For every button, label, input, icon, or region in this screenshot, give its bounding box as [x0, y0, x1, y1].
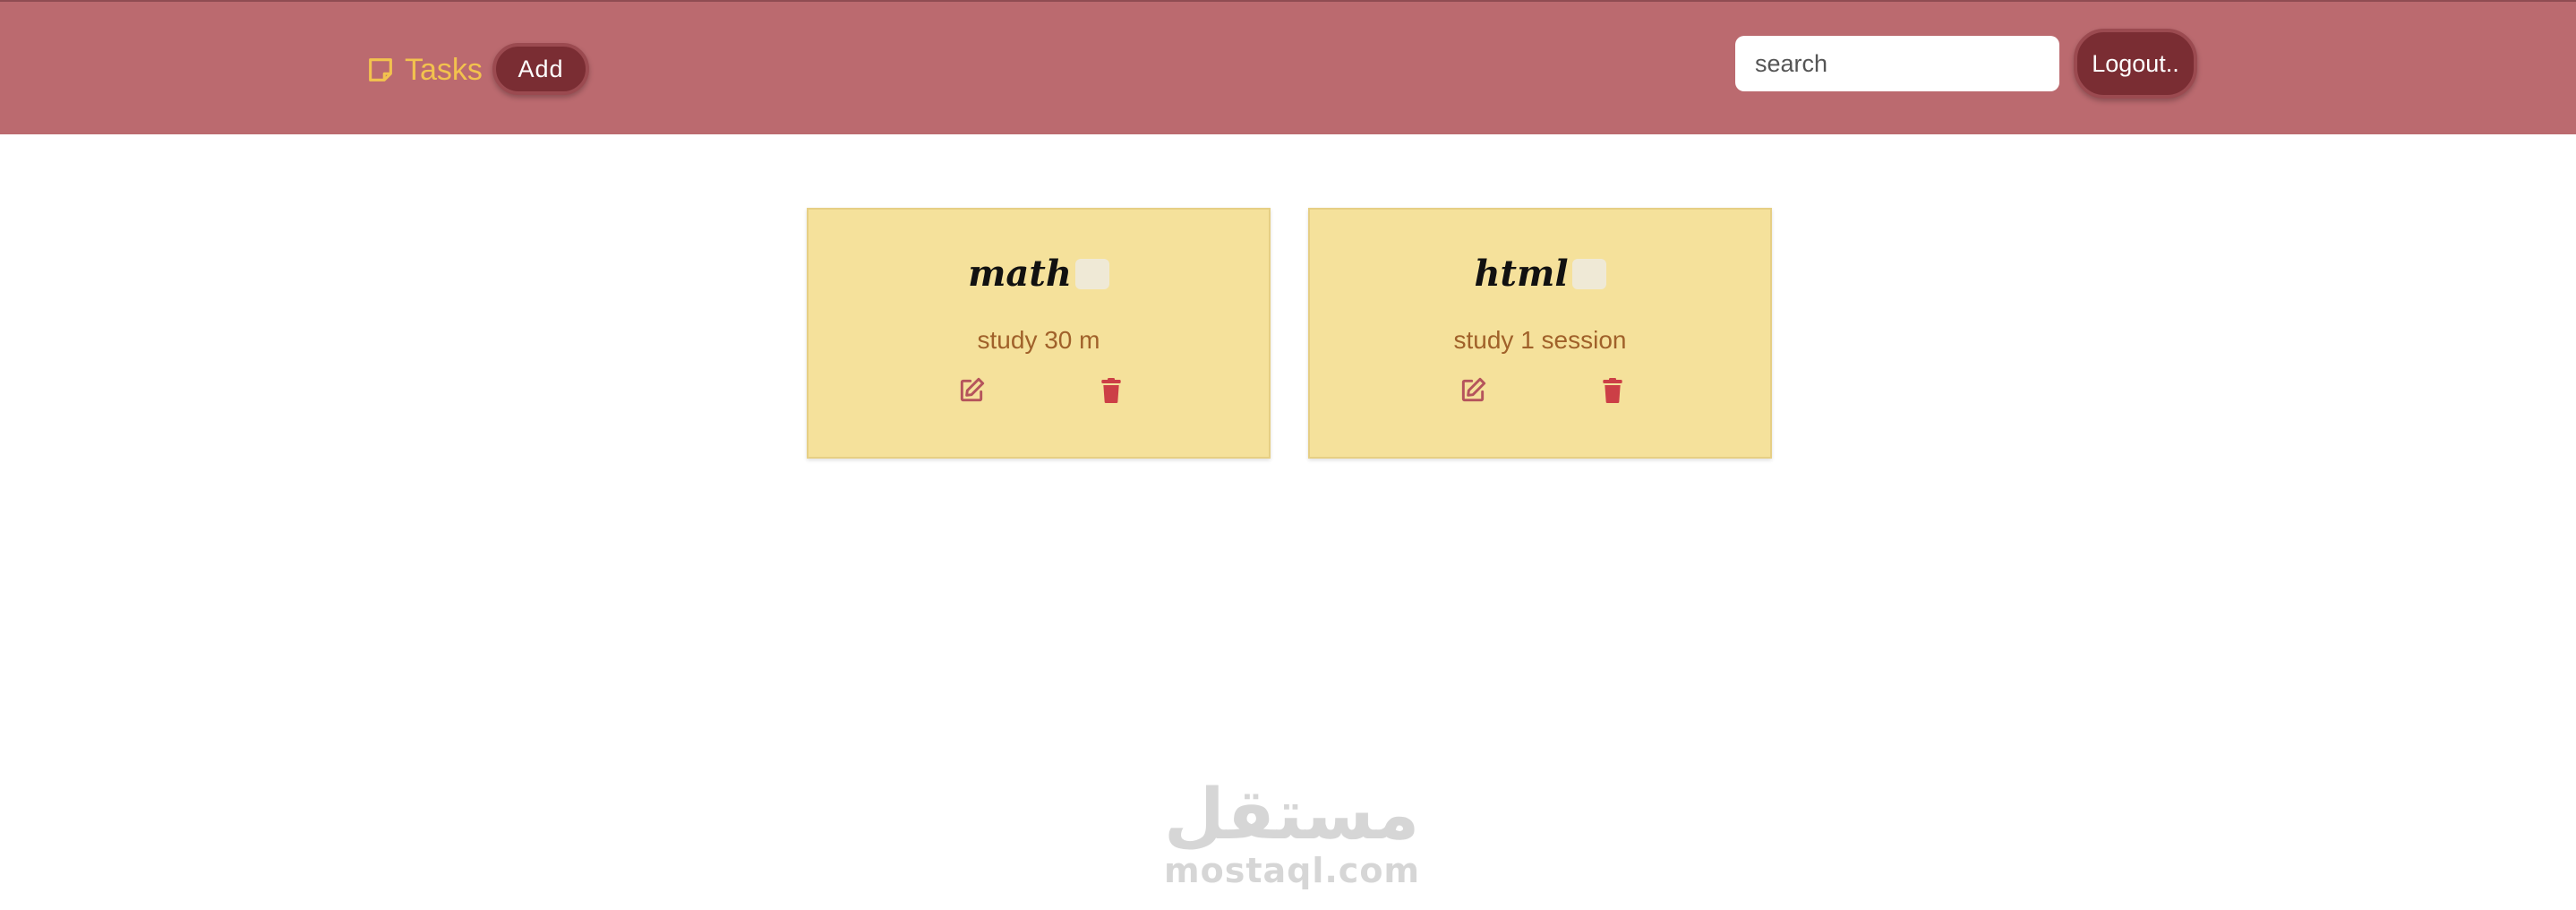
task-description: study 30 m — [977, 326, 1100, 354]
search-input[interactable] — [1735, 36, 2059, 91]
task-actions — [1310, 376, 1770, 408]
task-title-row: math — [809, 253, 1269, 295]
task-done-checkbox[interactable] — [1074, 258, 1109, 289]
task-done-checkbox[interactable] — [1571, 258, 1606, 289]
watermark-arabic: مستقل — [1164, 775, 1420, 855]
watermark-latin: mostaql.com — [1164, 851, 1421, 890]
edit-icon[interactable] — [1459, 376, 1487, 405]
navbar: Tasks Add Logout.. — [0, 0, 2576, 134]
trash-icon[interactable] — [1097, 376, 1125, 405]
task-description: study 1 session — [1453, 326, 1627, 354]
watermark-logo: مستقل mostaql.com — [1164, 775, 1421, 890]
task-actions — [809, 376, 1269, 408]
brand-link[interactable]: Tasks — [365, 50, 483, 90]
task-title-row: html — [1310, 253, 1770, 295]
trash-icon[interactable] — [1598, 376, 1627, 405]
task-card: math study 30 m — [807, 208, 1271, 459]
sticky-note-icon — [369, 58, 392, 82]
brand-label: Tasks — [405, 52, 483, 87]
logout-button[interactable]: Logout.. — [2074, 29, 2197, 99]
task-title: html — [1474, 253, 1569, 295]
edit-icon[interactable] — [957, 376, 986, 405]
task-title: math — [968, 253, 1072, 295]
task-card: html study 1 session — [1308, 208, 1772, 459]
add-task-button[interactable]: Add — [492, 43, 589, 95]
